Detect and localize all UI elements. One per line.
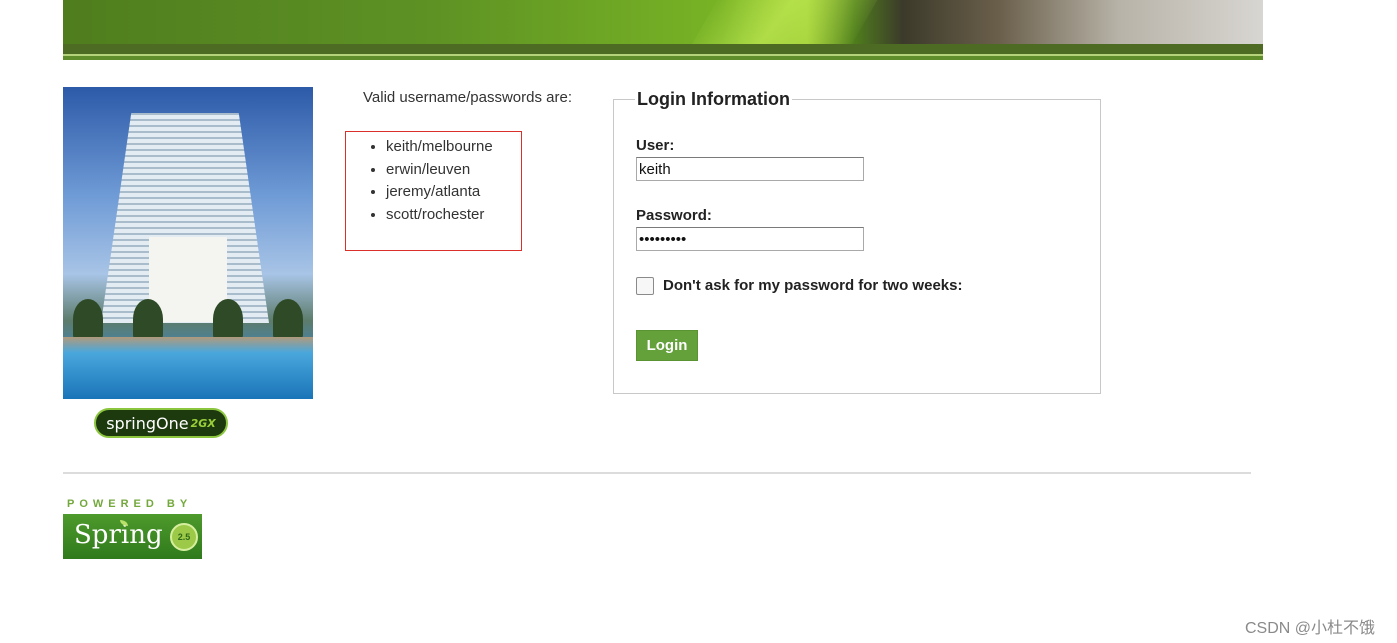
- spring-version-badge: 2.5: [170, 523, 198, 551]
- user-input[interactable]: [636, 157, 864, 181]
- watermark: CSDN @小杜不饿: [1245, 620, 1376, 637]
- login-button[interactable]: Login: [636, 330, 698, 361]
- spring-logo-text: Spring: [74, 520, 163, 550]
- list-item: scott/rochester: [386, 204, 521, 227]
- remember-checkbox[interactable]: [636, 277, 654, 295]
- springone-logo-suffix: 2GX: [190, 416, 216, 430]
- hotel-photo: [63, 87, 313, 399]
- password-input[interactable]: [636, 227, 864, 251]
- list-item: jeremy/atlanta: [386, 181, 521, 204]
- springone-logo-text: springOne: [106, 413, 189, 433]
- list-item: keith/melbourne: [386, 136, 521, 159]
- springone-logo: springOne 2GX: [94, 408, 228, 438]
- user-label: User:: [636, 137, 675, 154]
- login-legend: Login Information: [635, 89, 792, 110]
- spring-logo: Spring 2.5: [63, 514, 202, 559]
- footer-divider: [63, 472, 1251, 474]
- remember-label: Don't ask for my password for two weeks:: [663, 277, 963, 294]
- header-bar-bottom: [63, 56, 1263, 60]
- powered-by-label: POWERED BY: [67, 498, 193, 510]
- list-item: erwin/leuven: [386, 159, 521, 182]
- header-bar: [63, 44, 1263, 54]
- password-label: Password:: [636, 207, 712, 224]
- credentials-list: keith/melbourne erwin/leuven jeremy/atla…: [346, 132, 521, 226]
- credentials-list-box: keith/melbourne erwin/leuven jeremy/atla…: [345, 131, 522, 251]
- credentials-title: Valid username/passwords are:: [363, 89, 572, 106]
- header-banner: [63, 0, 1263, 44]
